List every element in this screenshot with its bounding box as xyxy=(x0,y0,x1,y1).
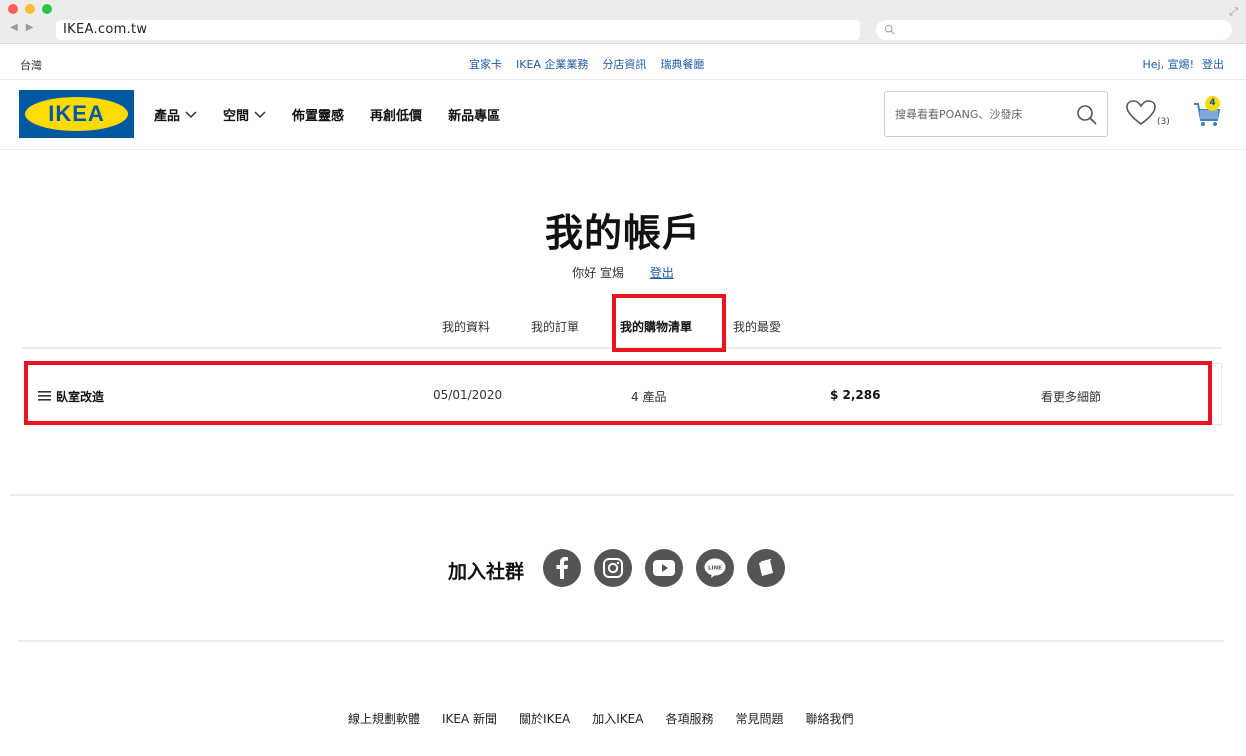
youtube-glyph-icon xyxy=(653,560,675,576)
nav-item-new[interactable]: 新品專區 xyxy=(448,105,500,124)
page-title: 我的帳戶 xyxy=(544,211,701,255)
forward-arrow-icon[interactable]: ▶ xyxy=(26,22,34,33)
util-link-restaurant[interactable]: 瑞典餐廳 xyxy=(660,56,704,72)
youtube-icon[interactable] xyxy=(645,549,683,587)
nav-item-low-price[interactable]: 再創低價 xyxy=(370,105,422,124)
minimize-window-button[interactable] xyxy=(25,4,35,14)
footer-link-news[interactable]: IKEA 新聞 xyxy=(442,710,497,727)
nav-item-label: 新品專區 xyxy=(448,109,501,124)
fullscreen-icon[interactable]: ⤢ xyxy=(1229,5,1238,19)
social-label: 加入社群 xyxy=(448,561,525,583)
highlight-box-row xyxy=(24,361,1212,425)
blog-glyph-icon xyxy=(759,558,773,576)
svg-text:LINE: LINE xyxy=(708,566,722,572)
nav-item-label: 佈置靈感 xyxy=(292,109,345,124)
site-header: IKEA 產品 空間 佈置靈感 再創低價 新品專區 (3) xyxy=(0,80,1246,150)
util-link-stores[interactable]: 分店資訊 xyxy=(602,56,646,72)
logo-oval: IKEA xyxy=(25,97,128,131)
logo-text: IKEA xyxy=(48,101,105,126)
nav-item-label: 空間 xyxy=(223,109,250,124)
account-greeting: 你好 宣焬 登出 xyxy=(0,264,1246,281)
footer-link-about[interactable]: 關於IKEA xyxy=(519,710,570,727)
blog-icon[interactable] xyxy=(747,549,785,587)
search-icon xyxy=(884,24,895,35)
address-bar[interactable]: IKEA.com.tw xyxy=(56,20,860,40)
browser-search-bar[interactable] xyxy=(876,20,1232,40)
instagram-glyph-icon xyxy=(603,558,623,578)
nav-item-rooms[interactable]: 空間 xyxy=(223,105,266,124)
hello-text: 你好 宣焬 xyxy=(572,266,624,280)
tab-my-favorites[interactable]: 我的最愛 xyxy=(733,318,781,335)
country-label[interactable]: 台灣 xyxy=(20,57,42,73)
footer-links: 線上規劃軟體 IKEA 新聞 關於IKEA 加入IKEA 各項服務 常見問題 聯… xyxy=(348,710,853,727)
util-link-ikea-card[interactable]: 宜家卡 xyxy=(469,56,502,72)
logout-link[interactable]: 登出 xyxy=(650,266,674,280)
footer-link-faq[interactable]: 常見問題 xyxy=(735,710,783,727)
nav-item-label: 再創低價 xyxy=(370,109,423,124)
facebook-icon[interactable] xyxy=(543,549,581,587)
utility-links: 宜家卡 IKEA 企業業務 分店資訊 瑞典餐廳 xyxy=(469,56,704,72)
wishlist-count: (3) xyxy=(1157,117,1170,127)
utility-bar: 台灣 宜家卡 IKEA 企業業務 分店資訊 瑞典餐廳 Hej, 宣焬! 登出 xyxy=(0,44,1246,80)
user-links: Hej, 宣焬! 登出 xyxy=(1143,56,1225,72)
browser-chrome: ◀ ▶ IKEA.com.tw ⤢ xyxy=(0,0,1246,44)
tab-my-profile[interactable]: 我的資料 xyxy=(442,318,490,335)
maximize-window-button[interactable] xyxy=(42,4,52,14)
footer-link-planner[interactable]: 線上規劃軟體 xyxy=(348,710,420,727)
heart-icon xyxy=(1126,100,1156,125)
ikea-logo[interactable]: IKEA xyxy=(19,90,134,138)
line-glyph-icon: LINE xyxy=(704,558,726,578)
browser-nav: ◀ ▶ xyxy=(10,22,33,33)
search-input[interactable] xyxy=(895,104,1065,124)
footer-link-careers[interactable]: 加入IKEA xyxy=(592,710,643,727)
highlight-box-tab xyxy=(612,294,726,352)
util-logout-link[interactable]: 登出 xyxy=(1202,56,1224,72)
cart-count-badge: 4 xyxy=(1205,96,1220,111)
line-icon[interactable]: LINE xyxy=(696,549,734,587)
nav-item-label: 產品 xyxy=(154,109,181,124)
facebook-glyph-icon xyxy=(556,557,568,579)
product-search xyxy=(884,91,1108,137)
nav-item-inspiration[interactable]: 佈置靈感 xyxy=(292,105,344,124)
search-icon[interactable] xyxy=(1076,104,1098,126)
close-window-button[interactable] xyxy=(8,4,18,14)
cart-button[interactable]: 4 xyxy=(1192,96,1222,132)
instagram-icon[interactable] xyxy=(594,549,632,587)
section-divider xyxy=(18,640,1224,642)
nav-item-products[interactable]: 產品 xyxy=(154,105,197,124)
section-divider xyxy=(10,494,1234,496)
back-arrow-icon[interactable]: ◀ xyxy=(10,22,18,33)
util-link-business[interactable]: IKEA 企業業務 xyxy=(516,56,588,72)
chevron-down-icon xyxy=(185,110,197,118)
social-icons: LINE xyxy=(543,549,785,587)
user-greeting[interactable]: Hej, 宣焬! xyxy=(1143,56,1195,72)
window-controls xyxy=(8,4,52,14)
main-nav: 產品 空間 佈置靈感 再創低價 新品專區 xyxy=(154,105,500,124)
tab-my-orders[interactable]: 我的訂單 xyxy=(531,318,579,335)
footer-link-contact[interactable]: 聯絡我們 xyxy=(805,710,853,727)
footer-link-services[interactable]: 各項服務 xyxy=(665,710,713,727)
chevron-down-icon xyxy=(254,110,266,118)
wishlist-button[interactable]: (3) xyxy=(1126,100,1170,130)
